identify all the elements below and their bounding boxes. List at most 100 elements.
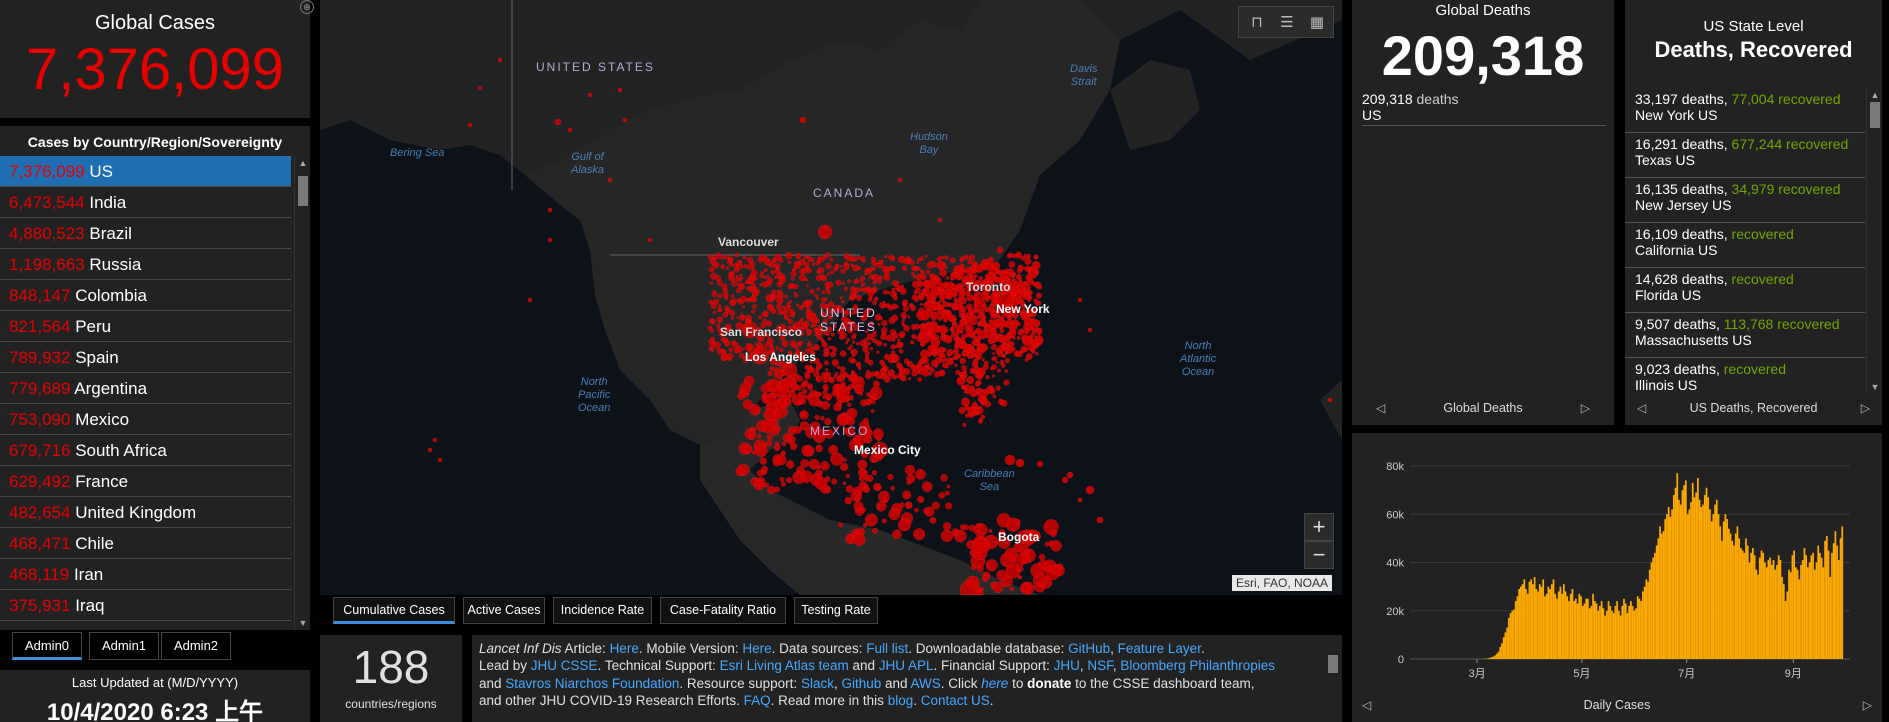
case-bubble[interactable] — [970, 565, 977, 571]
case-bubble[interactable] — [733, 347, 740, 354]
case-bubble[interactable] — [743, 264, 748, 269]
case-bubble[interactable] — [854, 529, 859, 534]
case-bubble[interactable] — [1000, 363, 1006, 368]
case-bubble[interactable] — [950, 288, 958, 296]
case-bubble[interactable] — [892, 529, 902, 540]
case-bubble[interactable] — [710, 303, 717, 309]
case-bubble[interactable] — [804, 371, 811, 377]
country-row[interactable]: 629,492 France — [0, 466, 291, 497]
case-bubble[interactable] — [968, 308, 973, 313]
case-bubble[interactable] — [791, 394, 804, 406]
case-bubble[interactable] — [728, 275, 735, 282]
next-arrow-icon[interactable]: ▷ — [1863, 688, 1872, 722]
case-bubble[interactable] — [990, 264, 995, 269]
case-bubble[interactable] — [913, 323, 920, 330]
case-bubble[interactable] — [811, 258, 815, 262]
case-bubble[interactable] — [739, 316, 745, 322]
case-bubble[interactable] — [875, 500, 887, 512]
case-bubble[interactable] — [824, 476, 831, 483]
case-bubble[interactable] — [977, 418, 983, 424]
case-bubble[interactable] — [766, 274, 770, 278]
case-bubble[interactable] — [1017, 329, 1024, 336]
case-bubble[interactable] — [881, 320, 888, 327]
case-bubble[interactable] — [996, 368, 1001, 373]
case-bubble[interactable] — [824, 252, 831, 258]
case-bubble[interactable] — [805, 307, 811, 313]
case-bubble[interactable] — [787, 318, 794, 325]
case-bubble[interactable] — [961, 312, 968, 319]
case-bubble[interactable] — [759, 273, 764, 279]
case-bubble[interactable] — [852, 340, 856, 344]
case-bubble[interactable] — [880, 362, 887, 368]
case-bubble[interactable] — [962, 422, 967, 427]
case-bubble[interactable] — [774, 275, 779, 280]
case-bubble[interactable] — [1007, 340, 1015, 348]
case-bubble[interactable] — [923, 507, 930, 514]
case-bubble[interactable] — [925, 339, 930, 344]
case-bubble[interactable] — [817, 224, 833, 240]
case-bubble[interactable] — [839, 370, 847, 377]
case-bubble[interactable] — [867, 341, 872, 345]
case-bubble[interactable] — [927, 370, 933, 376]
case-bubble[interactable] — [953, 348, 959, 355]
case-bubble[interactable] — [738, 352, 745, 359]
donate-here-link[interactable]: here — [981, 676, 1008, 691]
case-bubble[interactable] — [828, 377, 835, 384]
case-bubble[interactable] — [974, 264, 984, 273]
case-bubble[interactable] — [913, 528, 926, 541]
case-bubble[interactable] — [759, 283, 763, 287]
case-bubble[interactable] — [770, 269, 776, 275]
case-bubble[interactable] — [959, 357, 967, 365]
case-bubble[interactable] — [736, 316, 740, 320]
case-bubble[interactable] — [770, 308, 777, 315]
case-bubble[interactable] — [860, 275, 866, 282]
case-bubble[interactable] — [497, 57, 503, 63]
case-bubble[interactable] — [875, 372, 882, 379]
case-bubble[interactable] — [837, 385, 851, 399]
case-bubble[interactable] — [1021, 581, 1035, 595]
case-bubble[interactable] — [988, 529, 993, 533]
case-bubble[interactable] — [872, 300, 877, 306]
case-bubble[interactable] — [735, 274, 739, 279]
case-bubble[interactable] — [901, 376, 907, 382]
case-bubble[interactable] — [980, 414, 986, 420]
case-bubble[interactable] — [856, 295, 863, 302]
case-bubble[interactable] — [858, 367, 862, 371]
case-bubble[interactable] — [773, 425, 781, 433]
case-bubble[interactable] — [839, 350, 847, 357]
case-bubble[interactable] — [905, 502, 912, 509]
case-bubble[interactable] — [872, 380, 880, 388]
country-row[interactable]: 821,564 Peru — [0, 311, 291, 342]
case-bubble[interactable] — [774, 441, 779, 446]
case-bubble[interactable] — [1023, 347, 1028, 352]
case-bubble[interactable] — [846, 338, 851, 342]
case-bubble[interactable] — [937, 217, 943, 223]
case-bubble[interactable] — [765, 280, 772, 287]
case-bubble[interactable] — [787, 437, 793, 443]
case-bubble[interactable] — [762, 318, 768, 324]
case-bubble[interactable] — [821, 290, 826, 295]
country-row[interactable]: 679,716 South Africa — [0, 435, 291, 466]
case-bubble[interactable] — [885, 267, 890, 271]
aws-link[interactable]: AWS — [911, 676, 941, 691]
case-bubble[interactable] — [1032, 572, 1048, 588]
case-bubble[interactable] — [757, 340, 761, 344]
case-bubble[interactable] — [869, 371, 875, 377]
case-bubble[interactable] — [932, 349, 937, 354]
case-bubble[interactable] — [938, 492, 946, 499]
case-bubble[interactable] — [765, 440, 773, 447]
case-bubble[interactable] — [864, 357, 870, 364]
case-bubble[interactable] — [955, 328, 961, 334]
case-bubble[interactable] — [831, 478, 838, 485]
case-bubble[interactable] — [780, 481, 786, 487]
case-bubble[interactable] — [831, 358, 839, 367]
case-bubble[interactable] — [916, 361, 923, 368]
case-bubble[interactable] — [849, 290, 856, 296]
case-bubble[interactable] — [800, 458, 809, 468]
case-bubble[interactable] — [1024, 358, 1029, 362]
tab-incidence-rate[interactable]: Incidence Rate — [553, 597, 652, 624]
daily-cases-chart[interactable]: 0 20k 40k 60k 80k 3月 5月 7月 9月 — [1352, 433, 1882, 693]
case-bubble[interactable] — [710, 318, 716, 325]
case-bubble[interactable] — [825, 368, 829, 372]
jhu-apl-link[interactable]: JHU APL — [879, 658, 934, 673]
